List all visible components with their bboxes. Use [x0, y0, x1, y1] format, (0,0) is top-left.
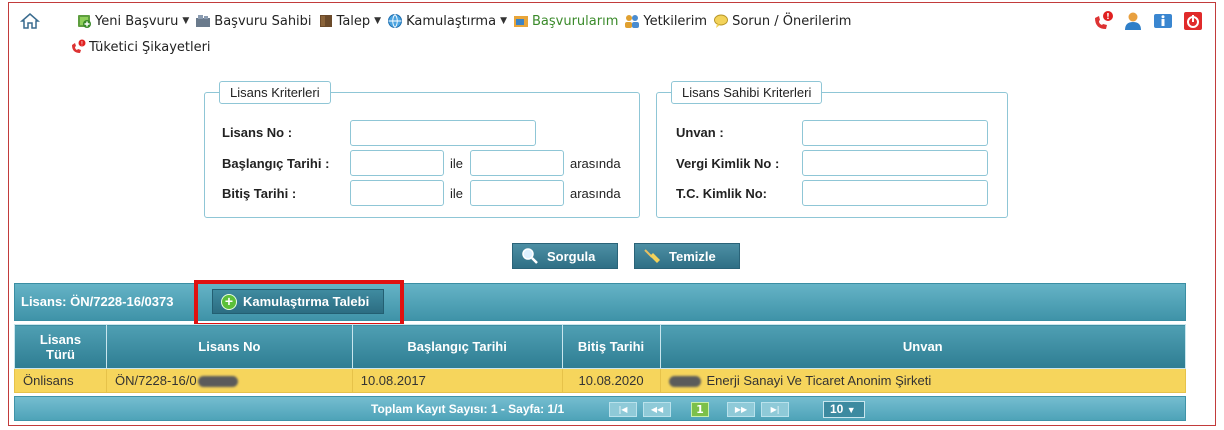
license-no-label: Lisans No :: [222, 125, 293, 140]
nav-my-permissions-label: Yetkilerim: [643, 13, 708, 29]
search-icon: [522, 248, 538, 264]
clear-button-label: Temizle: [669, 248, 716, 264]
license-criteria-legend: Lisans Kriterleri: [219, 81, 331, 104]
end-date-between-label: ile: [450, 186, 464, 201]
page-size-value: 10: [830, 402, 844, 416]
license-no-input[interactable]: [350, 120, 536, 146]
cell-title-text: Enerji Sanayi Ve Ticaret Anonim Şirketi: [706, 373, 932, 388]
start-date-to-input[interactable]: [470, 150, 564, 176]
user-icon[interactable]: [1122, 10, 1144, 32]
cell-license-no-text: ÖN/7228-16/0: [114, 373, 197, 388]
cell-license-type: Önlisans: [14, 368, 107, 393]
tax-no-input[interactable]: [802, 150, 988, 176]
home-button[interactable]: [20, 11, 70, 31]
table-row[interactable]: Önlisans ÖN/7228-16/0 10.08.2017 10.08.2…: [14, 368, 1187, 393]
results-header-bar: Lisans: ÖN/7228-16/0373: [14, 283, 1186, 321]
users-icon: [625, 15, 640, 28]
new-application-icon: [78, 15, 91, 28]
chevron-down-icon: ▼: [846, 405, 856, 415]
nav-request[interactable]: Talep ▼: [318, 13, 382, 29]
chevron-down-icon: ▼: [374, 16, 382, 26]
nav-issues-suggestions[interactable]: Sorun / Önerilerim: [713, 13, 851, 29]
column-license-type[interactable]: Lisans Türü: [14, 324, 107, 369]
column-license-no[interactable]: Lisans No: [105, 324, 353, 369]
globe-icon: [388, 14, 403, 28]
redacted-blur: [668, 376, 701, 388]
highlight-annotation-box: [194, 280, 404, 327]
tax-no-label: Vergi Kimlik No :: [676, 156, 780, 171]
owner-criteria-legend: Lisans Sahibi Kriterleri: [671, 81, 823, 104]
first-page-button[interactable]: |◀: [609, 402, 637, 417]
title-input[interactable]: [802, 120, 988, 146]
nav-new-application[interactable]: Yeni Başvuru ▼: [76, 13, 189, 29]
nav-consumer-complaints-label: Tüketici Şikayetleri: [89, 39, 211, 55]
last-page-button[interactable]: ▶|: [761, 402, 789, 417]
tc-no-label: T.C. Kimlik No:: [676, 186, 768, 201]
nav-my-permissions[interactable]: Yetkilerim: [624, 13, 707, 29]
nav-my-applications-label: Başvurularım: [532, 13, 619, 29]
phone-alert-icon[interactable]: !: [1092, 10, 1114, 32]
column-license-type-line2: Türü: [46, 346, 75, 362]
end-date-from-input[interactable]: [350, 180, 444, 206]
page-size-select[interactable]: 10 ▼: [823, 401, 865, 418]
info-icon[interactable]: [1152, 10, 1174, 32]
top-navigation: Yeni Başvuru ▼ Başvuru Sahibi Talep ▼ Ka…: [20, 10, 1204, 66]
chevron-down-icon: ▼: [182, 16, 190, 26]
column-title[interactable]: Unvan: [659, 324, 1187, 369]
pager-summary: Toplam Kayıt Sayısı: 1 - Sayfa: 1/1: [371, 402, 565, 416]
applicant-icon: [196, 15, 211, 27]
speech-bubble-icon: [714, 14, 729, 28]
nav-issues-suggestions-label: Sorun / Önerilerim: [732, 13, 852, 29]
end-date-label: Bitiş Tarihi :: [222, 186, 297, 201]
query-button[interactable]: Sorgula: [512, 243, 618, 269]
cell-title: Enerji Sanayi Ve Ticaret Anonim Şirketi: [659, 368, 1187, 393]
end-date-to-input[interactable]: [470, 180, 564, 206]
power-icon[interactable]: [1182, 10, 1204, 32]
nav-new-application-label: Yeni Başvuru: [95, 13, 179, 29]
results-title: Lisans: ÖN/7228-16/0373: [21, 294, 173, 309]
prev-page-button[interactable]: ◀◀: [643, 402, 671, 417]
chevron-down-icon: ▼: [500, 16, 507, 26]
nav-applicant-label: Başvuru Sahibi: [214, 13, 312, 29]
clear-button[interactable]: Temizle: [634, 243, 740, 269]
home-icon: [20, 13, 40, 29]
query-button-label: Sorgula: [547, 248, 596, 264]
start-date-from-input[interactable]: [350, 150, 444, 176]
applications-icon: [514, 16, 528, 27]
table-pager: Toplam Kayıt Sayısı: 1 - Sayfa: 1/1 |◀ ◀…: [14, 396, 1186, 421]
cell-start-date: 10.08.2017: [351, 368, 563, 393]
table-header-row: Lisans Türü Lisans No Başlangıç Tarihi Bi…: [14, 324, 1187, 369]
svg-text:!: !: [81, 41, 83, 48]
end-date-range-suffix: arasında: [570, 186, 621, 201]
column-license-type-line1: Lisans: [39, 331, 82, 347]
nav-consumer-complaints[interactable]: ! Tüketici Şikayetleri: [70, 39, 211, 55]
start-date-between-label: ile: [450, 156, 464, 171]
column-start-date[interactable]: Başlangıç Tarihi: [351, 324, 563, 369]
redacted-blur: [197, 376, 238, 388]
svg-text:!: !: [1106, 12, 1110, 21]
column-end-date[interactable]: Bitiş Tarihi: [561, 324, 661, 369]
tc-no-input[interactable]: [802, 180, 988, 206]
header-actions: !: [1084, 10, 1204, 32]
results-title-tail: 3: [166, 294, 174, 309]
start-date-label: Başlangıç Tarihi :: [222, 156, 330, 171]
start-date-range-suffix: arasında: [570, 156, 621, 171]
request-icon: [319, 15, 332, 27]
phone-alert-icon: !: [72, 39, 86, 53]
broom-icon: [644, 249, 660, 263]
nav-request-label: Talep: [336, 13, 371, 29]
cell-license-no: ÖN/7228-16/0: [105, 368, 353, 393]
nav-expropriation-label: Kamulaştırma: [406, 13, 497, 29]
results-title-text: Lisans: ÖN/7228-16/037: [21, 294, 167, 309]
licenses-table: Lisans Türü Lisans No Başlangıç Tarihi Bi…: [14, 324, 1187, 393]
next-page-button[interactable]: ▶▶: [727, 402, 755, 417]
nav-expropriation[interactable]: Kamulaştırma ▼: [387, 13, 507, 29]
nav-my-applications[interactable]: Başvurularım: [513, 13, 618, 29]
current-page-button[interactable]: 1: [691, 402, 709, 417]
cell-end-date: 10.08.2020: [561, 368, 661, 393]
title-label: Unvan :: [676, 125, 724, 140]
nav-applicant[interactable]: Başvuru Sahibi: [195, 13, 312, 29]
